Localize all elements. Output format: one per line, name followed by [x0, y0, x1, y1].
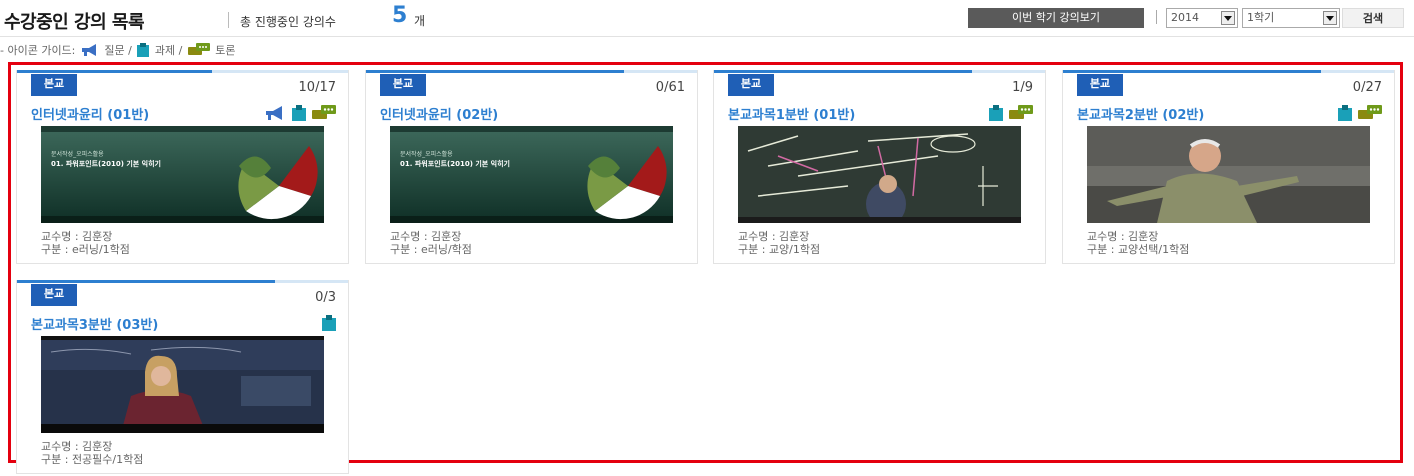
year-select-value: 2014 [1171, 11, 1199, 24]
progress-bar-fill [1063, 70, 1322, 73]
chat-icon[interactable] [1009, 104, 1033, 125]
course-card[interactable]: 본교 10/17 인터넷과윤리 (01반) 문서작성_오피스활용 01. 파워포인트(2… [16, 70, 349, 264]
clipboard-icon[interactable] [989, 104, 1003, 125]
professor-name: 교수명 : 김훈장 [738, 230, 810, 243]
clipboard-icon[interactable] [292, 104, 306, 125]
professor-name: 교수명 : 김훈장 [1087, 230, 1159, 243]
slide-title-text: 01. 파워포인트(2010) 기본 익히기 [400, 159, 510, 168]
course-title-link[interactable]: 본교과목2분반 (02반) [1077, 104, 1204, 123]
divider [228, 12, 229, 28]
course-meta: 교수명 : 김훈장 구분 : 교양선택/1학점 [1087, 230, 1189, 256]
page-title: 수강중인 강의 목록 [4, 12, 145, 33]
course-meta: 교수명 : 김훈장 구분 : e러닝/1학점 [41, 230, 130, 256]
header-bar: 수강중인 강의 목록 총 진행중인 강의수 5 개 이번 학기 강의보기 201… [0, 0, 1414, 37]
icon-guide-question: 질문 / [104, 44, 132, 57]
campus-badge: 본교 [1077, 74, 1123, 96]
clipboard-icon[interactable] [1338, 104, 1352, 125]
course-title-link[interactable]: 인터넷과윤리 (01반) [31, 104, 149, 123]
term-select[interactable]: 1학기 [1242, 8, 1340, 28]
campus-badge: 본교 [380, 74, 426, 96]
professor-name: 교수명 : 김훈장 [41, 230, 113, 243]
course-thumbnail[interactable] [41, 336, 324, 433]
clipboard-icon[interactable] [322, 314, 336, 335]
course-activity-icons [983, 104, 1033, 122]
course-card[interactable]: 본교 0/61 인터넷과윤리 (02반) 문서작성_오피스활용 01. 파워포인트(20… [365, 70, 698, 264]
course-activity-icons [316, 314, 336, 332]
course-card[interactable]: 본교 1/9 본교과목1분반 (01반) 교수명 : 김훈장 구분 : 교양/1학점 [713, 70, 1046, 264]
chat-icon[interactable] [1358, 104, 1382, 125]
year-select[interactable]: 2014 [1166, 8, 1238, 28]
course-title-link[interactable]: 인터넷과윤리 (02반) [380, 104, 498, 123]
chat-icon[interactable] [312, 104, 336, 125]
slide-title-text: 01. 파워포인트(2010) 기본 익히기 [51, 159, 161, 168]
chevron-down-icon[interactable] [1221, 11, 1235, 25]
clipboard-icon [137, 42, 150, 60]
divider [1156, 10, 1157, 24]
progress-bar-fill [17, 280, 276, 283]
course-category: 구분 : e러닝/1학점 [41, 243, 130, 256]
progress-bar-fill [714, 70, 973, 73]
course-thumbnail[interactable]: 문서작성_오피스활용 01. 파워포인트(2010) 기본 익히기 [390, 126, 673, 223]
term-select-value: 1학기 [1247, 11, 1275, 24]
progress-count: 0/27 [1352, 80, 1382, 95]
progress-bar-fill [17, 70, 213, 73]
professor-name: 교수명 : 김훈장 [390, 230, 462, 243]
course-card[interactable]: 본교 0/3 본교과목3분반 (03반) 교수명 : 김훈장 구분 : 전공필수/1학점 [16, 280, 349, 474]
icon-guide: - 아이콘 가이드: 질문 / 과제 / 토론 [0, 42, 236, 60]
current-semester-button[interactable]: 이번 학기 강의보기 [968, 8, 1144, 28]
course-thumbnail[interactable] [1087, 126, 1370, 223]
progress-bar-fill [366, 70, 625, 73]
course-meta: 교수명 : 김훈장 구분 : 교양/1학점 [738, 230, 820, 256]
chevron-down-icon[interactable] [1323, 11, 1337, 25]
course-category: 구분 : 전공필수/1학점 [41, 453, 144, 466]
course-activity-icons [258, 104, 336, 122]
course-thumbnail[interactable] [738, 126, 1021, 223]
icon-guide-discussion: 토론 [215, 44, 236, 57]
course-count: 5 [392, 3, 408, 28]
course-meta: 교수명 : 김훈장 구분 : e러닝/학점 [390, 230, 472, 256]
course-activity-icons [1332, 104, 1382, 122]
chat-icon [187, 42, 210, 60]
course-meta: 교수명 : 김훈장 구분 : 전공필수/1학점 [41, 440, 143, 466]
search-button[interactable]: 검색 [1342, 8, 1404, 28]
course-category: 구분 : e러닝/학점 [390, 243, 472, 256]
progress-count: 1/9 [1012, 80, 1033, 95]
course-title-link[interactable]: 본교과목3분반 (03반) [31, 314, 158, 333]
course-category: 구분 : 교양선택/1학점 [1087, 243, 1190, 256]
campus-badge: 본교 [31, 284, 77, 306]
slide-subtitle-text: 문서작성_오피스활용 [51, 150, 104, 158]
megaphone-icon[interactable] [264, 105, 286, 124]
course-thumbnail[interactable]: 문서작성_오피스활용 01. 파워포인트(2010) 기본 익히기 [41, 126, 324, 223]
megaphone-icon [81, 43, 99, 59]
progress-count: 0/3 [315, 290, 336, 305]
progress-count: 10/17 [298, 80, 336, 95]
icon-guide-label: - 아이콘 가이드: [0, 44, 76, 57]
campus-badge: 본교 [31, 74, 77, 96]
slide-subtitle-text: 문서작성_오피스활용 [400, 150, 453, 158]
course-count-unit: 개 [414, 14, 426, 28]
professor-name: 교수명 : 김훈장 [41, 440, 113, 453]
icon-guide-assignment: 과제 / [154, 44, 183, 57]
course-category: 구분 : 교양/1학점 [738, 243, 821, 256]
campus-badge: 본교 [728, 74, 774, 96]
progress-count: 0/61 [655, 80, 685, 95]
course-card[interactable]: 본교 0/27 본교과목2분반 (02반) 교수명 : 김훈장 구분 : 교양선택/1학… [1062, 70, 1395, 264]
course-title-link[interactable]: 본교과목1분반 (01반) [728, 104, 855, 123]
course-count-label: 총 진행중인 강의수 [240, 15, 336, 29]
